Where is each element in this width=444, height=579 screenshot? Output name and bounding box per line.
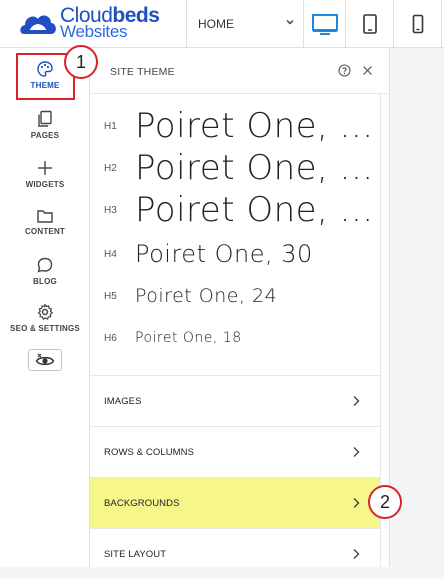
chat-bubble-icon bbox=[37, 257, 53, 273]
font-sample: Poiret One, 18 bbox=[135, 330, 242, 346]
chevron-right-icon bbox=[353, 549, 360, 559]
page-select-value: HOME bbox=[198, 17, 234, 31]
section-rows-columns[interactable]: ROWS & COLUMNS bbox=[90, 426, 380, 477]
font-sample: Poiret One, 24 bbox=[135, 285, 278, 307]
section-images[interactable]: IMAGES bbox=[90, 375, 380, 426]
font-sample: Poiret One, ... bbox=[135, 106, 374, 146]
close-icon[interactable] bbox=[362, 65, 373, 76]
section-backgrounds[interactable]: BACKGROUNDS bbox=[90, 477, 380, 528]
left-rail: THEME PAGES WIDGETS CONTENT BLOG SEO & S… bbox=[0, 48, 90, 567]
top-bar: Cloudbeds Websites HOME bbox=[0, 0, 444, 48]
mobile-icon bbox=[412, 14, 423, 34]
rail-item-label: SEO & SETTINGS bbox=[10, 324, 80, 333]
font-row-h5[interactable]: H5 Poiret One, 24 bbox=[90, 278, 390, 314]
rail-item-widgets[interactable]: WIDGETS bbox=[0, 159, 90, 189]
font-row-h1[interactable]: H1 Poiret One, ... bbox=[90, 104, 390, 148]
font-row-h6[interactable]: H6 Poiret One, 18 bbox=[90, 322, 390, 354]
font-row-h4[interactable]: H4 Poiret One, 30 bbox=[90, 234, 390, 274]
panel-header: SITE THEME bbox=[90, 48, 390, 94]
pages-icon bbox=[38, 110, 52, 127]
font-sample: Poiret One, ... bbox=[135, 190, 374, 230]
canvas-area bbox=[391, 48, 444, 567]
rail-item-seo-settings[interactable]: SEO & SETTINGS bbox=[0, 303, 90, 333]
cloud-logo-icon bbox=[20, 15, 56, 34]
callout-1: 1 bbox=[64, 45, 98, 79]
section-site-layout[interactable]: SITE LAYOUT bbox=[90, 528, 380, 579]
brand-line-2: Websites bbox=[60, 22, 128, 41]
eye-icon bbox=[35, 353, 55, 366]
preview-toggle-button[interactable] bbox=[28, 349, 62, 371]
folder-icon bbox=[37, 210, 53, 223]
font-row-h2[interactable]: H2 Poiret One, ... bbox=[90, 146, 390, 190]
chevron-right-icon bbox=[353, 498, 360, 508]
panel-title: SITE THEME bbox=[110, 66, 175, 78]
help-icon[interactable] bbox=[338, 64, 351, 77]
chevron-right-icon bbox=[353, 447, 360, 457]
desktop-icon bbox=[311, 14, 338, 35]
font-tag: H3 bbox=[104, 204, 117, 216]
font-sample: Poiret One, 30 bbox=[135, 240, 313, 268]
section-label: IMAGES bbox=[104, 395, 142, 407]
device-tablet-button[interactable] bbox=[346, 0, 394, 48]
rail-item-label: PAGES bbox=[30, 131, 60, 140]
device-mobile-button[interactable] bbox=[394, 0, 442, 48]
cloudbeds-logo[interactable]: Cloudbeds Websites bbox=[18, 4, 168, 42]
font-tag: H4 bbox=[104, 248, 117, 260]
plus-icon bbox=[38, 161, 52, 175]
section-label: ROWS & COLUMNS bbox=[104, 446, 195, 458]
rail-item-label: BLOG bbox=[33, 277, 57, 286]
device-desktop-button[interactable] bbox=[304, 0, 346, 48]
tablet-icon bbox=[362, 14, 377, 34]
rail-item-label: CONTENT bbox=[24, 227, 66, 236]
section-label: SITE LAYOUT bbox=[104, 548, 167, 560]
font-tag: H2 bbox=[104, 162, 117, 174]
site-theme-panel: SITE THEME H1 Poiret One, ... H2 Poiret … bbox=[90, 48, 390, 567]
font-row-h3[interactable]: H3 Poiret One, ... bbox=[90, 188, 390, 232]
chevron-right-icon bbox=[353, 396, 360, 406]
rail-item-label: WIDGETS bbox=[25, 180, 65, 189]
font-sample: Poiret One, ... bbox=[135, 148, 374, 188]
font-tag: H1 bbox=[104, 120, 117, 132]
rail-item-content[interactable]: CONTENT bbox=[0, 208, 90, 236]
page-select[interactable]: HOME bbox=[186, 0, 304, 48]
rail-item-pages[interactable]: PAGES bbox=[0, 110, 90, 140]
font-tag: H6 bbox=[104, 332, 117, 344]
chevron-down-icon bbox=[286, 19, 294, 25]
section-label: BACKGROUNDS bbox=[104, 497, 180, 509]
font-tag: H5 bbox=[104, 290, 117, 302]
rail-item-blog[interactable]: BLOG bbox=[0, 256, 90, 286]
gear-icon bbox=[37, 303, 53, 320]
callout-2: 2 bbox=[368, 485, 402, 519]
